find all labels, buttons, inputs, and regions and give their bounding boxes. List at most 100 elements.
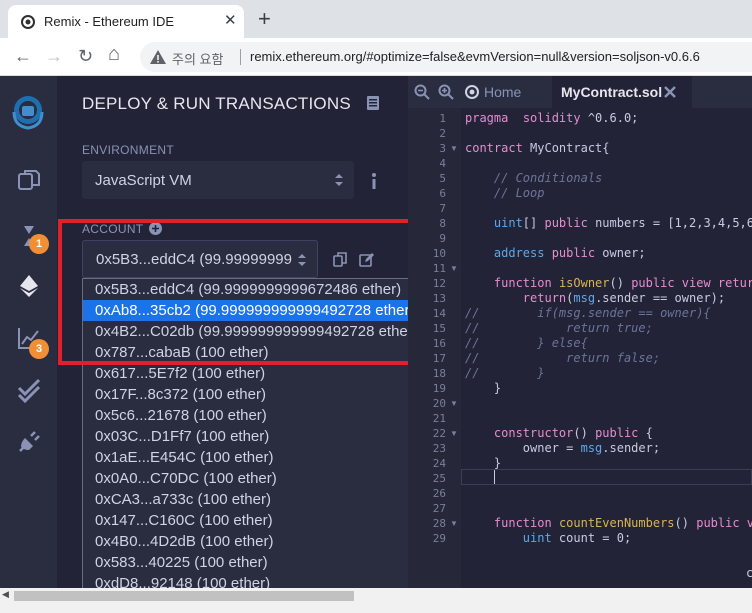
code-token: } <box>465 381 502 395</box>
tab-close-icon[interactable]: ✕ <box>224 13 237 29</box>
tab-home[interactable]: Home <box>460 76 552 108</box>
line-number: 27 <box>432 502 446 515</box>
remix-logo-icon[interactable] <box>6 90 50 134</box>
close-icon[interactable] <box>664 86 676 98</box>
code-token: return <box>465 291 567 305</box>
remix-home-icon <box>465 85 479 99</box>
line-number: 12 <box>432 277 446 290</box>
tab-file-label: MyContract.sol <box>561 84 663 100</box>
environment-select[interactable]: JavaScript VM <box>82 161 354 199</box>
code-token: // return true; <box>465 321 653 335</box>
omnibox-divider <box>240 49 241 65</box>
code-line: function countEvenNumbers() public v <box>465 516 752 530</box>
account-option[interactable]: 0x5B3...eddC4 (99.9999999999672486 ether… <box>83 279 433 300</box>
fold-toggle-icon[interactable]: ▼ <box>450 429 458 438</box>
panel-title: DEPLOY & RUN TRANSACTIONS <box>82 94 351 113</box>
forward-button[interactable]: → <box>45 45 63 67</box>
line-number: 3 <box>439 142 446 155</box>
line-number: 29 <box>432 532 446 545</box>
tab-home-label: Home <box>484 84 522 100</box>
account-option[interactable]: 0x4B0...4D2dB (100 ether) <box>83 531 433 552</box>
fold-toggle-icon[interactable]: ▼ <box>450 399 458 408</box>
scrollbar-thumb[interactable] <box>14 591 354 601</box>
code-token: msg <box>573 291 596 305</box>
fold-toggle-icon[interactable]: ▼ <box>450 519 458 528</box>
code-line: // } <box>465 366 544 380</box>
zoom-out-icon[interactable] <box>414 84 430 100</box>
account-option[interactable]: 0x4B2...C02db (99.999999999999492728 eth… <box>83 321 433 342</box>
testing-icon[interactable] <box>15 376 43 404</box>
url-text[interactable]: remix.ethereum.org/#optimize=false&evmVe… <box>250 49 700 64</box>
deploy-run-icon[interactable] <box>15 272 43 300</box>
line-number: 17 <box>432 352 446 365</box>
analysis-warning-badge: 3 <box>29 339 49 359</box>
line-number: 5 <box>439 172 446 185</box>
code-line: contract MyContract{ <box>465 141 610 155</box>
code-token: count = 0; <box>551 531 632 545</box>
code-line: // if(msg.sender == owner){ <box>465 306 711 320</box>
fold-toggle-icon[interactable]: ▼ <box>450 144 458 153</box>
file-explorer-icon[interactable] <box>15 166 43 194</box>
browser-toolbar: ← → ↻ ⌂ 주의 요함 remix.ethereum.org/#optimi… <box>0 38 752 76</box>
line-number: 11 <box>432 262 446 275</box>
add-account-icon[interactable] <box>149 222 162 235</box>
line-number: 7 <box>439 202 446 215</box>
code-token: function <box>465 276 552 290</box>
select-caret-icon <box>298 254 306 266</box>
compiler-warning-badge: 1 <box>29 234 49 254</box>
code-token: } <box>465 456 502 470</box>
back-button[interactable]: ← <box>14 45 32 67</box>
code-line: pragma solidity ^0.6.0; <box>465 111 638 125</box>
line-number: 20 <box>432 397 446 410</box>
code-token: public v <box>696 516 752 530</box>
code-line: // Loop <box>465 186 545 200</box>
security-label: 주의 요함 <box>172 52 224 67</box>
account-option[interactable]: 0x17F...8c372 (100 ether) <box>83 384 433 405</box>
edit-icon[interactable] <box>359 252 374 267</box>
account-option[interactable]: 0x0A0...C70DC (100 ether) <box>83 468 433 489</box>
code-token: address <box>465 246 545 260</box>
line-number-gutter: 1 2 3 ▼ 4 5 6 7 8 9 10 11 ▼ 12 13 14 15 16 17 18 19 20 ▼ 21 22 ▼ 2… <box>408 108 461 588</box>
info-icon[interactable] <box>370 172 378 190</box>
reload-button[interactable]: ↻ <box>78 45 93 67</box>
line-number: 6 <box>439 187 446 200</box>
browser-tab[interactable]: Remix - Ethereum IDE ✕ <box>8 5 244 38</box>
code-token: ^0.6.0; <box>580 111 639 125</box>
code-editor[interactable]: 1 2 3 ▼ 4 5 6 7 8 9 10 11 ▼ 12 13 14 15 16 17 18 19 20 ▼ 21 22 ▼ 2… <box>408 108 752 588</box>
code-line: // return true; <box>465 321 653 335</box>
code-token: public view <box>631 276 711 290</box>
line-number: 24 <box>432 457 446 470</box>
account-option[interactable]: 0x03C...D1Ff7 (100 ether) <box>83 426 433 447</box>
address-bar[interactable]: 주의 요함 remix.ethereum.org/#optimize=false… <box>140 42 752 72</box>
browser-tab-strip: Remix - Ethereum IDE ✕ + <box>0 0 752 38</box>
account-option[interactable]: 0x5c6...21678 (100 ether) <box>83 405 433 426</box>
scroll-left-icon[interactable]: ◀ <box>2 589 9 600</box>
line-number: 16 <box>432 337 446 350</box>
code-token: // if(msg.sender == owner){ <box>465 306 711 320</box>
account-option[interactable]: 0x1aE...E454C (100 ether) <box>83 447 433 468</box>
code-line: // return false; <box>465 351 660 365</box>
code-token: .sender == owner); <box>595 291 726 305</box>
account-label: ACCOUNT <box>82 222 144 236</box>
new-tab-button[interactable]: + <box>258 7 271 31</box>
zoom-in-icon[interactable] <box>438 84 454 100</box>
fold-toggle-icon[interactable]: ▼ <box>450 264 458 273</box>
account-option[interactable]: 0xAb8...35cb2 (99.999999999999492728 eth… <box>83 300 433 321</box>
horizontal-scrollbar[interactable]: ◀ <box>0 588 752 613</box>
account-option[interactable]: 0x147...C160C (100 ether) <box>83 510 433 531</box>
documentation-icon[interactable] <box>366 96 380 110</box>
account-select[interactable]: 0x5B3...eddC4 (99.9999999999672486 ether… <box>82 240 318 278</box>
code-token: .sender; <box>602 441 661 455</box>
copy-icon[interactable] <box>333 252 347 267</box>
account-option[interactable]: 0x617...5E7f2 (100 ether) <box>83 363 433 384</box>
home-button[interactable]: ⌂ <box>108 43 120 65</box>
account-option[interactable]: 0xCA3...a733c (100 ether) <box>83 489 433 510</box>
account-option[interactable]: 0x583...40225 (100 ether) <box>83 552 433 573</box>
plugin-manager-icon[interactable] <box>15 428 43 456</box>
account-option[interactable]: 0x787...cabaB (100 ether) <box>83 342 433 363</box>
code-token: () <box>674 516 697 530</box>
tab-mycontract[interactable]: MyContract.sol <box>552 76 692 108</box>
code-line: owner = msg.sender; <box>465 441 660 455</box>
